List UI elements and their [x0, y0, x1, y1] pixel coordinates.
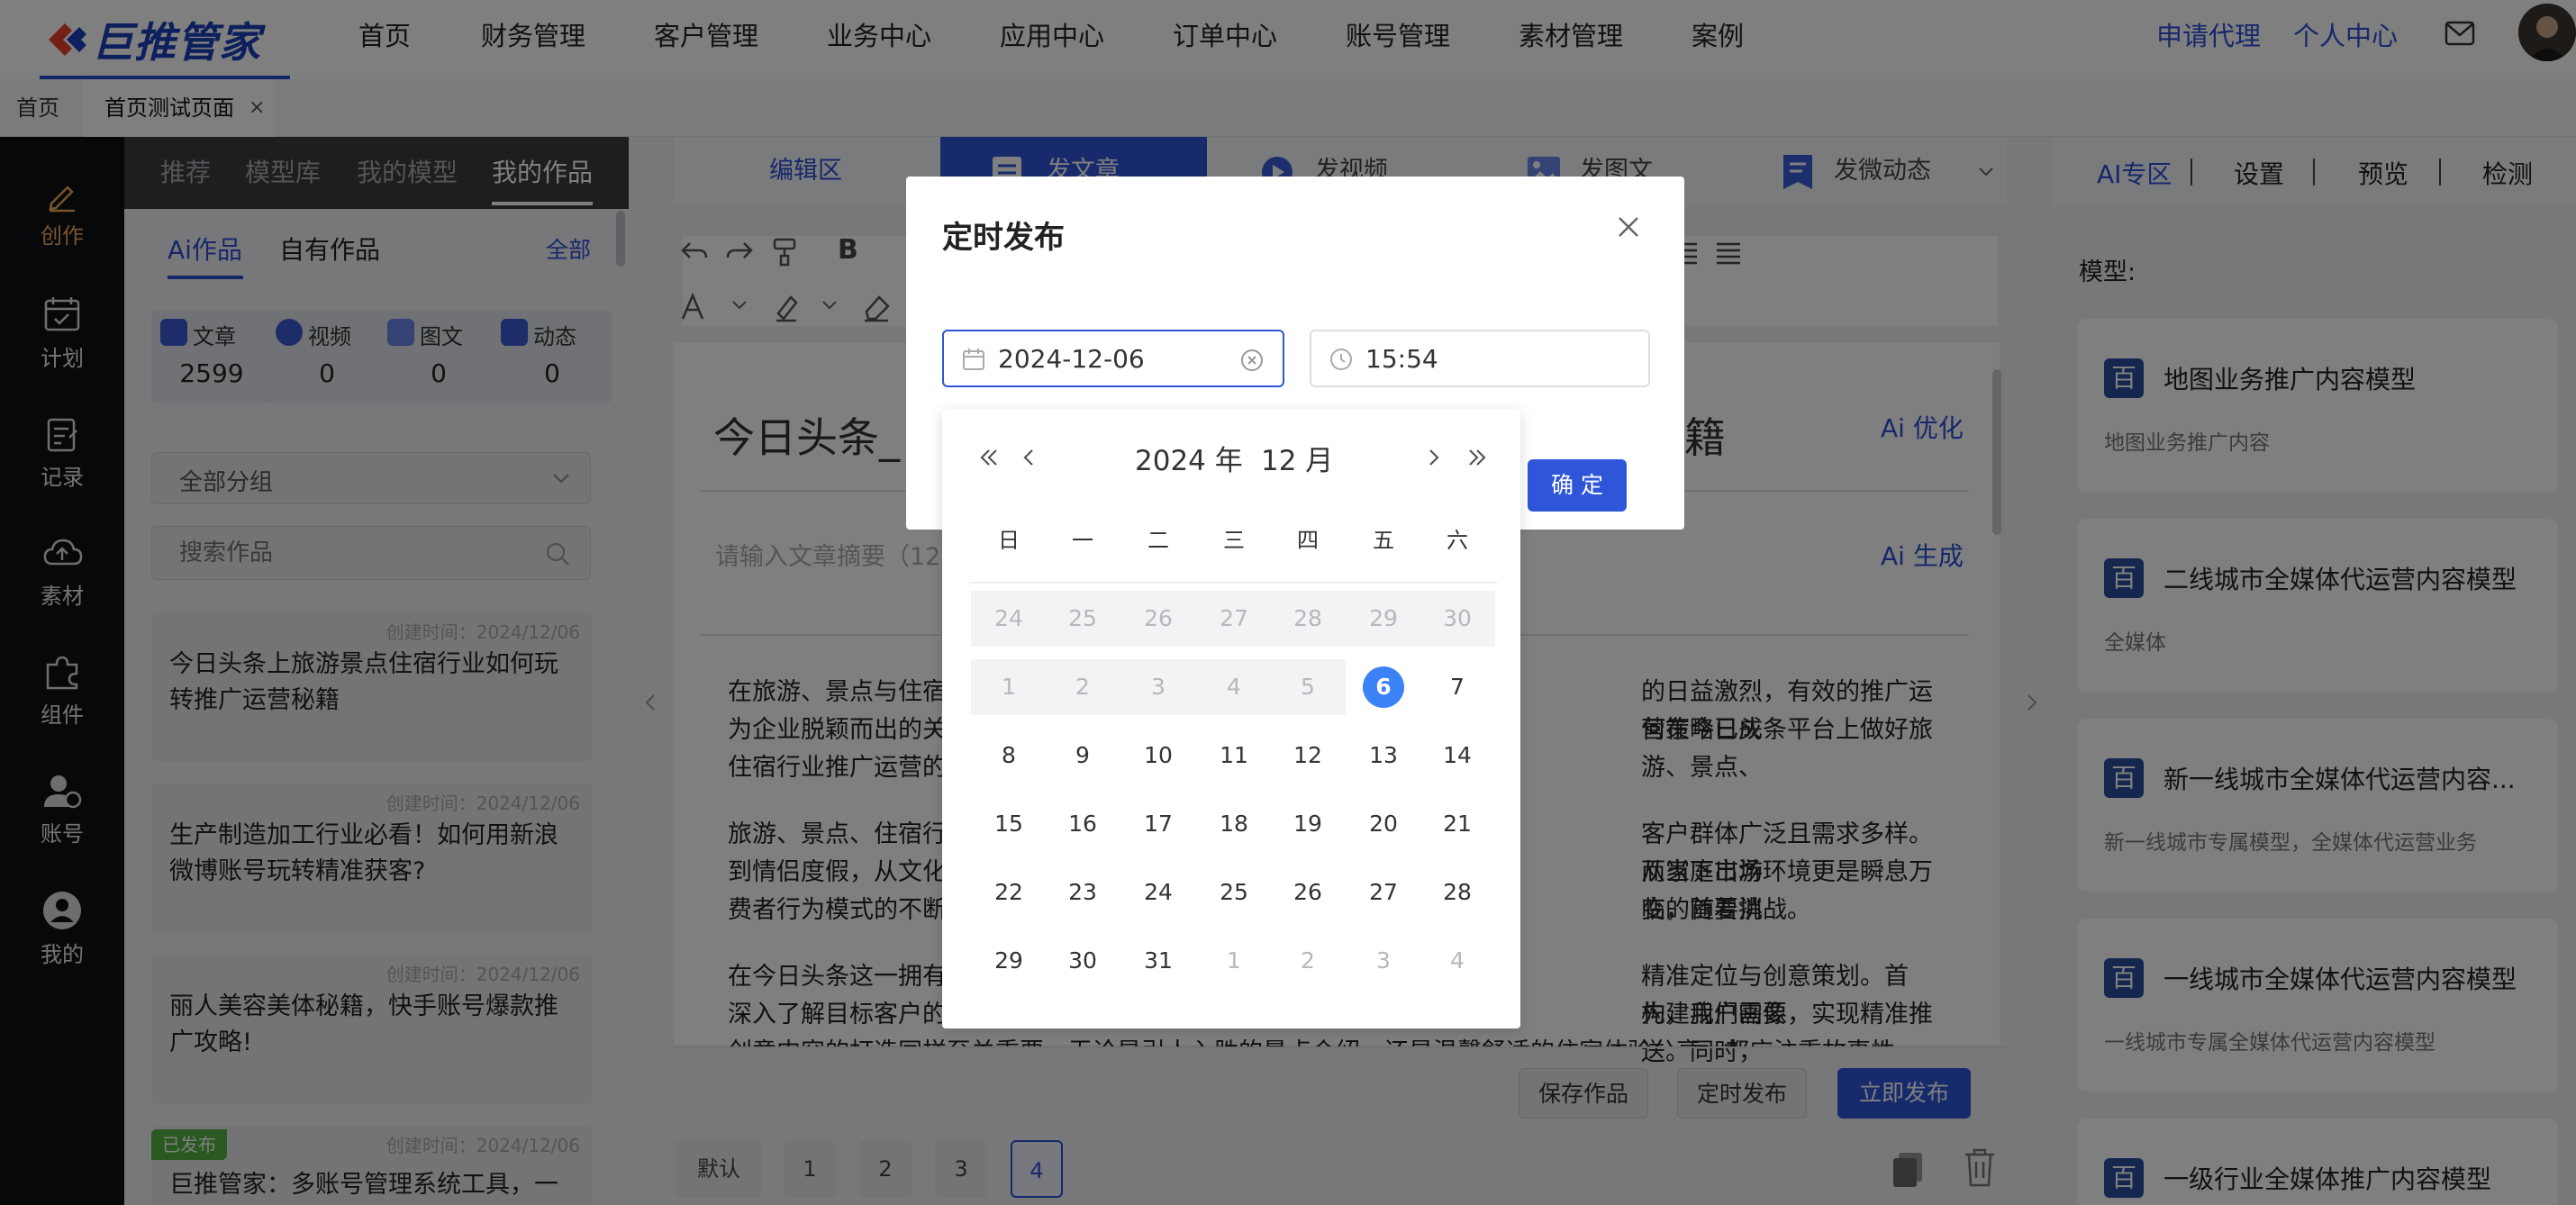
calendar-day: 3: [1376, 947, 1391, 974]
calendar-day-selected[interactable]: 6: [1346, 659, 1421, 715]
next-year-icon[interactable]: [1465, 445, 1490, 470]
calendar-day[interactable]: 31: [1120, 933, 1196, 989]
weekday-header: 日: [998, 528, 1020, 553]
calendar-day[interactable]: 7: [1420, 659, 1495, 715]
calendar-day[interactable]: 13: [1346, 728, 1421, 784]
calendar-day: 2: [1301, 947, 1315, 974]
clock-icon: [1330, 349, 1352, 370]
calendar-day[interactable]: 22: [971, 865, 1047, 920]
calendar-day[interactable]: 14: [1420, 728, 1495, 784]
calendar-day: 30: [1420, 591, 1495, 647]
calendar-day: 2: [1045, 659, 1120, 715]
calendar-day[interactable]: 12: [1270, 728, 1346, 784]
weekday-header: 六: [1447, 528, 1468, 553]
calendar-day: 5: [1270, 659, 1346, 715]
calendar-year[interactable]: 2024 年: [1135, 438, 1243, 478]
calendar-day[interactable]: 11: [1196, 728, 1272, 784]
next-month-icon[interactable]: [1425, 445, 1443, 470]
calendar-day: 4: [1450, 947, 1465, 974]
calendar-day: 24: [971, 591, 1047, 647]
calendar-day: 1: [1227, 947, 1241, 974]
calendar-day[interactable]: 18: [1196, 796, 1272, 852]
weekday-header: 二: [1147, 528, 1169, 553]
calendar-month[interactable]: 12 月: [1261, 438, 1333, 478]
weekday-header: 三: [1223, 528, 1245, 553]
calendar-day: 29: [1346, 591, 1421, 647]
prev-month-icon[interactable]: [1020, 445, 1038, 470]
calendar-day[interactable]: 10: [1120, 728, 1196, 784]
clear-icon[interactable]: [1239, 348, 1265, 373]
calendar-day: 4: [1196, 659, 1272, 715]
calendar-day[interactable]: 25: [1196, 865, 1272, 920]
weekday-divider: [969, 582, 1497, 584]
calendar-day[interactable]: 8: [971, 728, 1047, 784]
calendar-day[interactable]: 17: [1120, 796, 1196, 852]
calendar-day: 3: [1120, 659, 1196, 715]
close-icon[interactable]: [1614, 213, 1643, 241]
calendar-day: 25: [1045, 591, 1120, 647]
calendar-day: 27: [1196, 591, 1272, 647]
date-picker-input[interactable]: 2024-12-06: [942, 330, 1284, 387]
calendar-day[interactable]: 26: [1270, 865, 1346, 920]
calendar-day[interactable]: 9: [1045, 728, 1120, 784]
date-value: 2024-12-06: [998, 344, 1145, 374]
calendar-day[interactable]: 27: [1346, 865, 1421, 920]
calendar-day[interactable]: 30: [1045, 933, 1120, 989]
calendar-day[interactable]: 16: [1045, 796, 1120, 852]
weekday-header: 五: [1373, 528, 1394, 553]
selected-day-marker: 6: [1363, 666, 1404, 708]
calendar-day: 26: [1120, 591, 1196, 647]
calendar-day[interactable]: 20: [1346, 796, 1421, 852]
calendar-day[interactable]: 21: [1420, 796, 1495, 852]
weekday-header: 一: [1072, 528, 1093, 553]
time-picker-input[interactable]: 15:54: [1310, 330, 1650, 387]
dialog-title: 定时发布: [942, 220, 1065, 256]
calendar-day[interactable]: 15: [971, 796, 1047, 852]
calendar-day[interactable]: 24: [1120, 865, 1196, 920]
calendar-day: 1: [971, 659, 1047, 715]
confirm-button[interactable]: 确 定: [1528, 459, 1627, 512]
calendar-icon: [963, 349, 984, 370]
prev-year-icon[interactable]: [976, 445, 1002, 470]
time-value: 15:54: [1365, 344, 1438, 374]
calendar-day[interactable]: 23: [1045, 865, 1120, 920]
calendar-day[interactable]: 19: [1270, 796, 1346, 852]
calendar-day: 28: [1270, 591, 1346, 647]
calendar-day[interactable]: 28: [1420, 865, 1495, 920]
weekday-header: 四: [1297, 528, 1319, 553]
calendar-day[interactable]: 29: [971, 933, 1047, 989]
